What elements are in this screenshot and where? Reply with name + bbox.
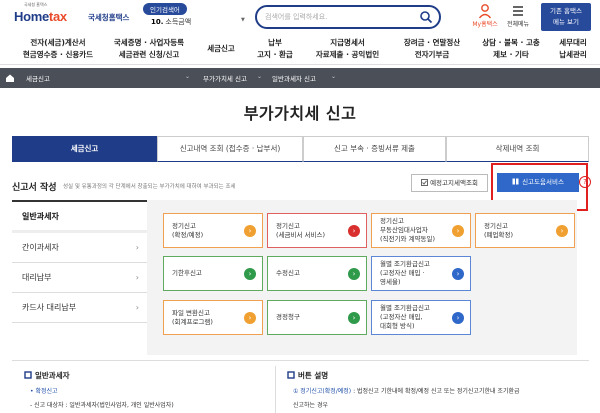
page-title: 부가가치세 신고 <box>243 104 357 123</box>
arrow-right-icon: › <box>244 311 256 324</box>
filing-option-real-estate[interactable]: 정기신고 부동산임대사업자 (직전기와 계약동일) › <box>371 213 471 248</box>
help-question-icon[interactable]: ? <box>579 176 591 188</box>
filing-options-grid: 정기신고 (확정/예정) › 정기신고 (세금비서 서비스) › 정기신고 부동산임대… <box>147 200 577 355</box>
sidebar-item-card-proxy-payment[interactable]: 카드사 대리납부 › <box>12 293 147 323</box>
sidebar-item-proxy-payment[interactable]: 대리납부 › <box>12 263 147 293</box>
button-description-info: 버튼 설명 ① 정기신고(확정/예정) : 법정신고 기한내에 확정/예정 신고… <box>287 370 592 409</box>
info-line: - 신고 대상자 : 일반과세자(법인사업자, 개인 일반사업자) <box>30 402 174 409</box>
nav-tax-agent[interactable]: 세무대리 납세관리 <box>549 37 597 61</box>
chevron-down-icon[interactable]: ⌄ <box>185 73 190 80</box>
previous-hometax-menu-button[interactable]: 기존 홈택스 메뉴 보기 <box>541 3 591 31</box>
info-title: 일반과세자 <box>24 370 264 381</box>
filing-option-regular[interactable]: 정기신고 (확정/예정) › <box>163 213 263 248</box>
home-icon[interactable] <box>4 72 16 84</box>
nav-consultation[interactable]: 상담 · 불복 · 고충 제보 · 기타 <box>474 37 548 61</box>
chevron-right-icon: › <box>135 273 139 282</box>
hamburger-menu-icon <box>513 6 523 16</box>
arrow-right-icon: › <box>452 311 464 324</box>
general-taxpayer-info: 일반과세자 • 확정신고 - 신고 대상자 : 일반과세자(법인사업자, 개인 … <box>24 370 264 409</box>
user-icon <box>478 4 492 19</box>
search-icon[interactable] <box>419 10 433 24</box>
tab-tax-filing[interactable]: 세금신고 <box>12 136 157 162</box>
tab-bar: 세금신고 신고내역 조회 (접수증 · 납부서) 신고 부속 · 증빙서류 제출… <box>12 136 589 162</box>
all-menu-button[interactable]: 전체메뉴 <box>503 3 533 28</box>
filing-option-tax-secretary[interactable]: 정기신고 (세금비서 서비스) › <box>267 213 367 248</box>
tab-filing-history[interactable]: 신고내역 조회 (접수증 · 납부서) <box>157 136 303 162</box>
popular-search-badge: 인기검색어 <box>143 3 187 15</box>
arrow-right-icon: › <box>452 267 464 280</box>
filing-option-early-refund-interactive[interactable]: 월별 조기환급신고 (고정자산 매입, 대회형 방식) › <box>371 300 471 335</box>
tab-deleted-history[interactable]: 삭제내역 조회 <box>446 136 589 162</box>
popular-search-term[interactable]: 10. 소득금액 <box>151 17 191 27</box>
arrow-right-icon: › <box>244 224 256 237</box>
filing-help-service-button[interactable]: 신고도움서비스 <box>497 173 579 192</box>
nav-payment[interactable]: 납부 고지 · 환급 <box>250 37 300 61</box>
breadcrumb-item[interactable]: 세금신고 <box>26 73 50 83</box>
filing-option-correction-claim[interactable]: 경정청구 › <box>267 300 367 335</box>
info-line: • 확정신고 <box>30 388 58 395</box>
nav-tax-filing[interactable]: 세금신고 <box>196 43 246 55</box>
column-divider <box>275 366 276 413</box>
tab-supporting-documents[interactable]: 신고 부속 · 증빙서류 제출 <box>303 136 446 162</box>
chevron-right-icon: › <box>135 303 139 312</box>
sidebar-item-general-taxpayer[interactable]: 일반과세자 <box>12 202 147 232</box>
nav-payment-statement[interactable]: 지급명세서 자료제출 · 공익법인 <box>305 37 390 61</box>
info-title: 버튼 설명 <box>287 370 592 381</box>
my-hometax-label: My홈택스 <box>472 21 498 28</box>
info-line: 신고하는 경우 <box>293 402 329 409</box>
search-input[interactable] <box>265 10 415 24</box>
nav-certificates[interactable]: 국세증명 · 사업자등록 세금관련 신청/신고 <box>105 37 193 61</box>
popular-search-chevron-icon[interactable]: ▼ <box>241 17 245 23</box>
sidebar-item-simplified-taxpayer[interactable]: 간이과세자 › <box>12 233 147 263</box>
section-description: 성실 및 유통과정의 각 단계에서 창출되는 부가가치에 대하여 부과되는 조세 <box>63 184 236 190</box>
breadcrumb: 세금신고 ⌄ 부가가치세 신고 ⌄ 일반과세자 신고 ⌄ <box>0 68 600 88</box>
arrow-right-icon: › <box>244 267 256 280</box>
my-hometax-button[interactable]: My홈택스 <box>470 3 500 28</box>
nav-incentives[interactable]: 장려금 · 연말정산 전자기부금 <box>392 37 472 61</box>
arrow-right-icon: › <box>556 224 568 237</box>
chevron-down-icon[interactable]: ⌄ <box>257 73 262 80</box>
hometax-logo[interactable]: 국세청 홈택스 Hometax 국세청홈택스 <box>8 2 136 34</box>
logo-wordmark: Hometax <box>14 9 67 24</box>
arrow-right-icon: › <box>348 267 360 280</box>
breadcrumb-item[interactable]: 부가가치세 신고 <box>203 73 247 83</box>
filing-option-early-refund-asset[interactable]: 월별 조기환급신고 (고정자산 매입 · 영세율) › <box>371 256 471 291</box>
info-line: ① 정기신고(확정/예정) : 법정신고 기한내에 확정/예정 신고 또는 정기… <box>293 388 520 395</box>
all-menu-label: 전체메뉴 <box>506 21 530 28</box>
logo-korean-name: 국세청홈택스 <box>88 13 130 22</box>
filing-option-amended[interactable]: 수정신고 › <box>267 256 367 291</box>
checkbox-icon <box>421 179 429 186</box>
arrow-right-icon: › <box>452 224 464 237</box>
filing-option-closure[interactable]: 정기신고 (폐업확정) › <box>475 213 575 248</box>
top-header: 국세청 홈택스 Hometax 국세청홈택스 인기검색어 10.소득금액 ▼ M… <box>0 0 600 36</box>
breadcrumb-item[interactable]: 일반과세자 신고 <box>272 73 316 83</box>
taxpayer-type-sidebar: 일반과세자 간이과세자 › 대리납부 › 카드사 대리납부 › <box>12 200 147 352</box>
filing-option-late[interactable]: 기한후신고 › <box>163 256 263 291</box>
chevron-down-icon[interactable]: ⌄ <box>331 73 336 80</box>
main-navigation: 전자(세금)계산서 현금영수증 · 신용카드 국세증명 · 사업자등록 세금관련 신… <box>0 37 600 65</box>
arrow-right-icon: › <box>348 311 360 324</box>
section-divider <box>12 360 589 361</box>
prefill-tax-inquiry-button[interactable]: 예정고지세액조회 <box>411 174 488 192</box>
arrow-right-icon: › <box>348 224 360 237</box>
search-bar <box>255 5 441 29</box>
section-title: 신고서 작성 <box>12 183 57 193</box>
filing-option-file-conversion[interactable]: 파일 변환신고 (회계프로그램) › <box>163 300 263 335</box>
nav-e-invoice[interactable]: 전자(세금)계산서 현금영수증 · 신용카드 <box>14 37 102 61</box>
logo-tagline: 국세청 홈택스 <box>24 2 48 7</box>
bullet-square-icon <box>24 371 32 379</box>
bullet-square-icon <box>287 371 295 379</box>
chevron-right-icon: › <box>135 243 139 252</box>
book-icon <box>512 178 519 185</box>
